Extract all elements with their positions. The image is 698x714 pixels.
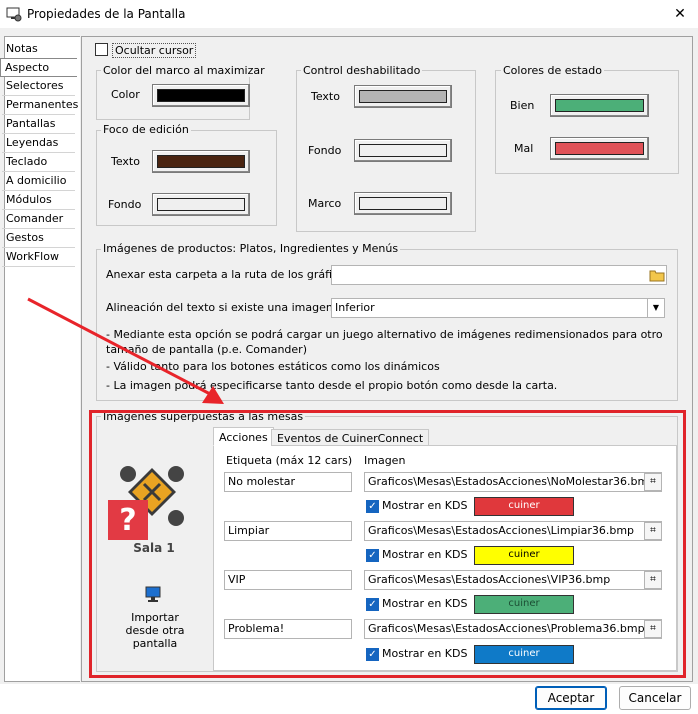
foco-group-title: Foco de edición: [101, 123, 191, 136]
deshab-fondo-swatch[interactable]: [354, 139, 452, 162]
alineacion-select[interactable]: Inferior ▼: [331, 298, 665, 318]
carpeta-input[interactable]: [331, 265, 667, 285]
estado-bien-swatch[interactable]: [550, 94, 649, 117]
imagenes-group-title: Imágenes de productos: Platos, Ingredien…: [101, 242, 401, 255]
sidebar-item-leyendas[interactable]: Leyendas: [2, 134, 75, 153]
deshab-marco-swatch[interactable]: [354, 192, 452, 215]
foco-texto-swatch[interactable]: [152, 150, 250, 173]
folder-icon[interactable]: [648, 266, 666, 284]
hide-cursor-checkbox[interactable]: [95, 43, 108, 56]
marco-color-label: Color: [111, 88, 140, 101]
deshab-texto-swatch[interactable]: [354, 85, 452, 108]
deshabilitado-group-title: Control deshabilitado: [301, 64, 423, 77]
sidebar-item-comander[interactable]: Comander: [2, 210, 75, 229]
estado-mal-label: Mal: [514, 142, 534, 155]
sidebar-item-a-domicilio[interactable]: A domicilio: [2, 172, 75, 191]
alineacion-value: Inferior: [335, 301, 375, 314]
cancel-button[interactable]: Cancelar: [619, 686, 691, 710]
sidebar-item-notas[interactable]: Notas: [2, 40, 75, 59]
monitor-gear-icon: [6, 7, 22, 22]
foco-fondo-fill: [157, 198, 245, 211]
deshab-fondo-fill: [359, 144, 447, 157]
imagenes-note-2: - Válido tanto para los botones estático…: [106, 360, 440, 373]
marco-color-swatch[interactable]: [152, 84, 250, 107]
sidebar-item-modulos[interactable]: Módulos: [2, 191, 75, 210]
estado-mal-fill: [555, 142, 644, 155]
accept-button[interactable]: Aceptar: [535, 686, 607, 710]
sidebar-item-workflow[interactable]: WorkFlow: [2, 248, 75, 267]
deshab-texto-fill: [359, 90, 447, 103]
foco-fondo-label: Fondo: [108, 198, 142, 211]
foco-fondo-swatch[interactable]: [152, 193, 250, 216]
hide-cursor-label: Ocultar cursor: [112, 43, 197, 58]
deshab-marco-label: Marco: [308, 197, 342, 210]
foco-texto-label: Texto: [111, 155, 140, 168]
imagenes-note-3: - La imagen podrá especificarse tanto de…: [106, 379, 558, 392]
highlight-box: [89, 410, 686, 678]
alineacion-label: Alineación del texto si existe una image…: [106, 301, 333, 314]
imagenes-note-1: - Mediante esta opción se podrá cargar u…: [106, 328, 663, 356]
close-button[interactable]: ✕: [670, 4, 690, 24]
foco-texto-fill: [157, 155, 245, 168]
sidebar-item-teclado[interactable]: Teclado: [2, 153, 75, 172]
sidebar-item-permanentes[interactable]: Permanentes: [2, 96, 78, 115]
marco-group-title: Color del marco al maximizar: [101, 64, 267, 77]
sidebar-item-selectores[interactable]: Selectores: [2, 77, 75, 96]
estado-bien-fill: [555, 99, 644, 112]
estado-group-title: Colores de estado: [501, 64, 604, 77]
chevron-down-icon[interactable]: ▼: [647, 299, 664, 317]
marco-color-fill: [157, 89, 245, 102]
deshab-marco-fill: [359, 197, 447, 210]
estado-mal-swatch[interactable]: [550, 137, 649, 160]
title-bar: Propiedades de la Pantalla ✕: [0, 0, 698, 28]
window-title: Propiedades de la Pantalla: [27, 7, 186, 21]
sidebar-item-pantallas[interactable]: Pantallas: [2, 115, 75, 134]
sidebar-item-gestos[interactable]: Gestos: [2, 229, 75, 248]
deshab-texto-label: Texto: [311, 90, 340, 103]
estado-bien-label: Bien: [510, 99, 535, 112]
deshab-fondo-label: Fondo: [308, 144, 342, 157]
sidebar-item-aspecto[interactable]: Aspecto: [0, 58, 77, 77]
carpeta-label: Anexar esta carpeta a la ruta de los grá…: [106, 268, 351, 281]
